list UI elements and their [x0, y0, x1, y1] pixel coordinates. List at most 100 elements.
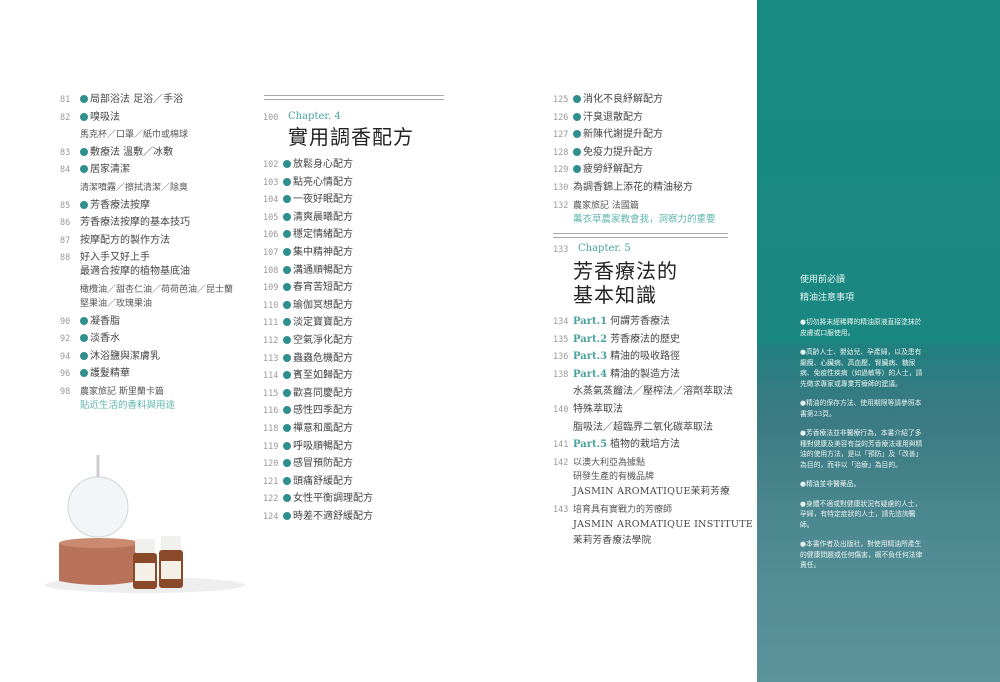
entry-text: 空氣淨化配方 — [283, 334, 353, 352]
entry-text: Part.5 植物的栽培方法 — [573, 438, 680, 456]
page-number: 112 — [263, 335, 279, 346]
bullet-dot-icon — [283, 247, 291, 256]
entry-line-text: 最適合按摩的植物基底油 — [80, 266, 190, 278]
entry-line-text: 點亮心情配方 — [293, 176, 353, 188]
toc-entry: 129 疲勞紓解配方 — [553, 163, 716, 181]
entry-text: 農家旅記 斯里蘭卡篇 貼近生活的香料與用途 — [80, 385, 175, 417]
entry-text: 疲勞紓解配方 — [573, 163, 643, 181]
toc-column-3-bottom: 134 Part.1 何謂芳香療法 135 Part.2 芳香療法的歷史 136 Part.3… — [553, 315, 753, 553]
page-number: 126 — [553, 112, 569, 123]
toc-entry: 87 按摩配方的製作方法 — [60, 234, 233, 252]
bullet-dot-icon — [573, 147, 581, 156]
page-number: 142 — [553, 457, 569, 468]
entry-line-text: 嗅吸法 — [90, 111, 120, 123]
page-number: 81 — [60, 95, 71, 105]
page-number: 134 — [553, 317, 569, 327]
bullet-dot-icon — [573, 165, 581, 174]
entry-text: 禪意和風配方 — [283, 422, 353, 440]
bullet-dot-icon — [80, 334, 88, 343]
toc-entry: 105 清爽晨曦配方 — [263, 211, 373, 229]
entry-line: 蟲蟲危機配方 — [283, 352, 353, 366]
toc-entry: 92 淡香水 — [60, 332, 233, 350]
page-number: 92 — [60, 334, 71, 345]
entry-text: 女性平衡調理配方 — [283, 492, 373, 510]
toc-entry: 110 瑜伽冥想配方 — [263, 299, 373, 317]
entry-text: Part.4 精油的製造方法 — [573, 368, 680, 386]
bullet-dot-icon — [283, 441, 291, 450]
entry-text: 好入手又好上手 最適合按摩的植物基底油 — [80, 251, 190, 283]
bullet-dot-icon — [283, 494, 291, 503]
entry-line-text: 清爽晨曦配方 — [293, 211, 353, 223]
entry-line: 疲勞紓解配方 — [573, 163, 643, 177]
page-number: 85 — [60, 200, 71, 211]
precautions-list: ●切勿將未經稀釋的精油原液直接塗抹於皮膚或口服使用。 ●高齡人士、嬰幼兒、孕產婦，… — [800, 317, 924, 580]
entry-text: 蟲蟲危機配方 — [283, 352, 353, 370]
entry-line-text: 按摩配方的製作方法 — [80, 234, 170, 246]
entry-line: 春宵苦短配方 — [283, 281, 353, 295]
entry-line-text: 為調香錦上添花的精油秘方 — [573, 181, 693, 193]
entry-line: 沐浴鹽與潔膚乳 — [80, 350, 160, 364]
page-number: 84 — [60, 165, 71, 176]
toc-entry: 104 一夜好眠配方 — [263, 193, 373, 211]
entry-line-en: JASMIN AROMATIQUE茉莉芳療 — [573, 485, 730, 497]
page-number: 113 — [263, 353, 279, 364]
entry-line-text: 精油的製造方法 — [610, 368, 681, 380]
toc-entry: 90 凝香脂 — [60, 315, 233, 333]
entry-line-text: 禪意和風配方 — [293, 422, 353, 434]
entry-text: Part.2 芳香療法的歷史 — [573, 333, 680, 351]
toc-entry: 118 禪意和風配方 — [263, 422, 373, 440]
entry-line: 時差不適舒緩配方 — [283, 510, 373, 524]
entry-text: 感冒預防配方 — [283, 457, 353, 475]
chapter-label: Chapter. 5 — [578, 243, 631, 254]
precautions-panel: 使用前必讀 精油注意事項 ●切勿將未經稀釋的精油原液直接塗抹於皮膚或口服使用。 ●… — [757, 0, 1000, 682]
toc-entry: 水蒸氣蒸餾法／壓榨法／溶劑萃取法 — [553, 385, 753, 403]
chapter-4-header: 100 Chapter. 4 實用調香配方 — [263, 111, 414, 149]
page-number: 130 — [553, 182, 569, 193]
entry-text: 培育具有實戰力的芳療師 JASMIN AROMATIQUE INSTITUTE 茉莉… — [573, 503, 753, 553]
bullet-dot-icon — [573, 130, 581, 139]
toc-entry: 96 護髮精華 — [60, 367, 233, 385]
toc-entry: 130 為調香錦上添花的精油秘方 — [553, 181, 716, 199]
entry-line: 嗅吸法 — [80, 111, 120, 125]
toc-entry: 112 空氣淨化配方 — [263, 334, 373, 352]
toc-entry: 107 集中精神配方 — [263, 246, 373, 264]
chapter-title-line-1: 芳香療法的 — [573, 258, 678, 283]
entry-line-text: 橄欖油／甜杏仁油／荷荷芭油／昆士蘭 — [80, 284, 234, 295]
entry-text: 橄欖油／甜杏仁油／荷荷芭油／昆士蘭 堅果油／玫瑰果油 — [80, 283, 233, 315]
entry-line: 一夜好眠配方 — [283, 193, 353, 207]
part-label: Part.4 — [573, 368, 608, 380]
entry-line: 放鬆身心配方 — [283, 158, 353, 172]
page-number: 82 — [60, 112, 71, 123]
toc-entry: 141 Part.5 植物的栽培方法 — [553, 438, 753, 456]
entry-line: 特殊萃取法 — [573, 403, 623, 417]
toc-entry: 橄欖油／甜杏仁油／荷荷芭油／昆士蘭 堅果油／玫瑰果油 — [60, 283, 233, 315]
page-number: 129 — [553, 165, 569, 176]
page-number: 94 — [60, 351, 71, 362]
entry-line: 禪意和風配方 — [283, 422, 353, 436]
precaution-note: ●本書作者及出版社，對使用精油所產生的健康問題或任何傷害，概不負任何法律責任。 — [800, 539, 924, 571]
entry-line: 馬克杯／口罩／紙巾或棉球 — [80, 128, 188, 142]
entry-line: 農家旅記 斯里蘭卡篇 — [80, 385, 175, 399]
bullet-dot-icon — [283, 459, 291, 468]
page-number: 111 — [263, 318, 279, 329]
entry-subtitle: 貼近生活的香料與用途 — [80, 399, 176, 411]
entry-line: 淡定寶寶配方 — [283, 316, 353, 330]
entry-text: 時差不適舒緩配方 — [283, 510, 373, 528]
entry-text: 農家旅記 法國篇 薰衣草農家教會我，洞察力的重要 — [573, 199, 716, 231]
toc-entry: 83 敷療法 溫敷／冰敷 — [60, 146, 233, 164]
entry-line: 清潔噴霧／擦拭清潔／除臭 — [80, 181, 188, 195]
toc-entry: 94 沐浴鹽與潔膚乳 — [60, 350, 233, 368]
page-number: 135 — [553, 334, 569, 345]
entry-line: 女性平衡調理配方 — [283, 492, 373, 506]
part-label: Part.3 — [573, 351, 608, 363]
bullet-dot-icon — [283, 511, 291, 520]
toc-entry: 116 感性四季配方 — [263, 404, 373, 422]
bullet-dot-icon — [283, 177, 291, 186]
toc-entry: 113 蟲蟲危機配方 — [263, 352, 373, 370]
page-number: 116 — [263, 406, 279, 417]
entry-line-text: 歡喜同慶配方 — [293, 387, 353, 399]
entry-line-text: 穩定情緒配方 — [293, 229, 353, 241]
entry-line-text: 局部浴法 足浴／手浴 — [90, 94, 184, 105]
entry-line: 穩定情緒配方 — [283, 228, 353, 242]
toc-entry: 102 放鬆身心配方 — [263, 158, 373, 176]
